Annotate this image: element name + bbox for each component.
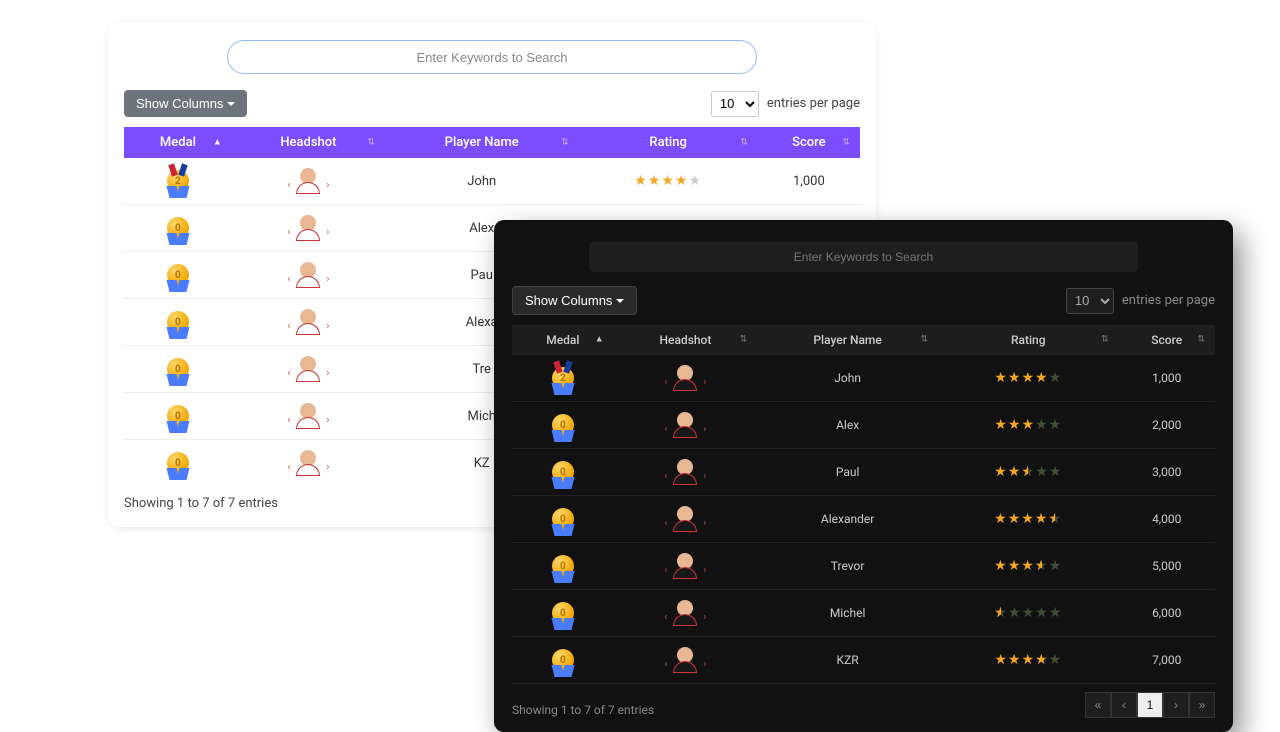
headshot-icon: ‹› [672, 553, 698, 579]
column-header-headshot[interactable]: Headshot⇅ [232, 127, 385, 158]
page-next-button[interactable]: › [1163, 692, 1189, 718]
table-row: 0 ‹› Alexander ★★★★★★ 4,000 [512, 496, 1215, 543]
rating-stars: ★★★★★ [634, 173, 702, 189]
column-header-headshot[interactable]: Headshot⇅ [614, 325, 758, 355]
players-table: Medal▲Headshot⇅Player Name⇅Rating⇅Score⇅… [512, 325, 1215, 684]
column-header-score[interactable]: Score⇅ [758, 127, 860, 158]
player-name-cell: Michel [757, 590, 938, 637]
headshot-icon: ‹› [672, 412, 698, 438]
headshot-icon: ‹› [672, 600, 698, 626]
medal-icon: 0 [167, 452, 189, 474]
score-cell: 3,000 [1118, 449, 1215, 496]
sort-icon: ⇅ [1101, 336, 1109, 345]
table-row: 0 ‹› KZR ★★★★★ 7,000 [512, 637, 1215, 684]
table-row: 0 ‹› Alex ★★★★★ 2,000 [512, 402, 1215, 449]
player-name-cell: Alex [757, 402, 938, 449]
score-cell: 1,000 [758, 158, 860, 205]
page-last-button[interactable]: » [1189, 692, 1215, 718]
medal-icon: 0 [552, 414, 574, 436]
sort-icon: ⇅ [842, 138, 850, 147]
headshot-icon: ‹› [295, 356, 321, 382]
headshot-icon: ‹› [295, 215, 321, 241]
medal-icon: 0 [552, 649, 574, 671]
score-cell: 4,000 [1118, 496, 1215, 543]
column-header-score[interactable]: Score⇅ [1118, 325, 1215, 355]
column-header-player-name[interactable]: Player Name⇅ [757, 325, 938, 355]
rating-stars: ★★★★★ [994, 417, 1062, 433]
player-name-cell: Alexander [757, 496, 938, 543]
medal-icon: 0 [167, 358, 189, 380]
headshot-icon: ‹› [295, 309, 321, 335]
entries-label: entries per page [1122, 293, 1215, 308]
player-name-cell: John [385, 158, 579, 205]
entries-per-page-select[interactable]: 10 [711, 91, 759, 117]
show-columns-button[interactable]: Show Columns [512, 286, 637, 315]
sort-icon: ⇅ [1197, 336, 1205, 345]
entries-label: entries per page [767, 96, 860, 111]
sort-icon: ⇅ [740, 138, 748, 147]
medal-icon: 0 [552, 461, 574, 483]
column-header-medal[interactable]: Medal▲ [124, 127, 232, 158]
player-name-cell: John [757, 355, 938, 402]
show-columns-button[interactable]: Show Columns [124, 90, 247, 117]
player-name-cell: Trevor [757, 543, 938, 590]
table-row: 2 ‹› John ★★★★★ 1,000 [512, 355, 1215, 402]
table-row: 2 ‹› John ★★★★★ 1,000 [124, 158, 860, 205]
table-header-row: Medal▲Headshot⇅Player Name⇅Rating⇅Score⇅ [512, 325, 1215, 355]
rating-stars: ★★★★★★ [994, 558, 1062, 574]
page-prev-button[interactable]: ‹ [1111, 692, 1137, 718]
medal-icon: 0 [552, 508, 574, 530]
column-header-medal[interactable]: Medal▲ [512, 325, 614, 355]
column-header-player-name[interactable]: Player Name⇅ [385, 127, 579, 158]
page-first-button[interactable]: « [1085, 692, 1111, 718]
search-input[interactable] [589, 242, 1137, 272]
medal-icon: 0 [167, 311, 189, 333]
sort-icon: ⇅ [920, 336, 928, 345]
sort-asc-icon: ▲ [595, 336, 604, 345]
headshot-icon: ‹› [672, 647, 698, 673]
player-name-cell: Paul [757, 449, 938, 496]
page-current-button[interactable]: 1 [1137, 692, 1163, 718]
headshot-icon: ‹› [295, 168, 321, 194]
pagination: « ‹ 1 › » [1085, 692, 1215, 718]
score-cell: 1,000 [1118, 355, 1215, 402]
headshot-icon: ‹› [295, 403, 321, 429]
score-cell: 2,000 [1118, 402, 1215, 449]
score-cell: 5,000 [1118, 543, 1215, 590]
score-cell: 6,000 [1118, 590, 1215, 637]
medal-icon: 2 [552, 367, 574, 389]
table-row: 0 ‹› Paul ★★★★★★ 3,000 [512, 449, 1215, 496]
sort-icon: ⇅ [367, 138, 375, 147]
table-row: 0 ‹› Trevor ★★★★★★ 5,000 [512, 543, 1215, 590]
player-name-cell: KZR [757, 637, 938, 684]
headshot-icon: ‹› [672, 506, 698, 532]
column-header-rating[interactable]: Rating⇅ [938, 325, 1118, 355]
score-cell: 7,000 [1118, 637, 1215, 684]
headshot-icon: ‹› [672, 459, 698, 485]
sort-icon: ⇅ [561, 138, 569, 147]
table-row: 0 ‹› Michel ★★★★★★ 6,000 [512, 590, 1215, 637]
rating-stars: ★★★★★ [994, 652, 1062, 668]
medal-icon: 0 [552, 555, 574, 577]
sort-icon: ⇅ [740, 336, 748, 345]
sort-asc-icon: ▲ [213, 138, 222, 147]
table-header-row: Medal▲Headshot⇅Player Name⇅Rating⇅Score⇅ [124, 127, 860, 158]
medal-icon: 2 [167, 170, 189, 192]
headshot-icon: ‹› [672, 365, 698, 391]
showing-entries-text: Showing 1 to 7 of 7 entries [512, 703, 654, 717]
entries-per-page-select[interactable]: 10 [1066, 288, 1114, 314]
rating-stars: ★★★★★★ [994, 511, 1062, 527]
headshot-icon: ‹› [295, 450, 321, 476]
medal-icon: 0 [167, 264, 189, 286]
rating-stars: ★★★★★★ [994, 464, 1062, 480]
rating-stars: ★★★★★ [994, 370, 1062, 386]
search-input[interactable] [227, 40, 757, 74]
rating-stars: ★★★★★★ [994, 605, 1062, 621]
medal-icon: 0 [167, 217, 189, 239]
datatable-card-dark: Show Columns 10 entries per page Medal▲H… [494, 220, 1233, 732]
headshot-icon: ‹› [295, 262, 321, 288]
medal-icon: 0 [167, 405, 189, 427]
column-header-rating[interactable]: Rating⇅ [578, 127, 757, 158]
medal-icon: 0 [552, 602, 574, 624]
